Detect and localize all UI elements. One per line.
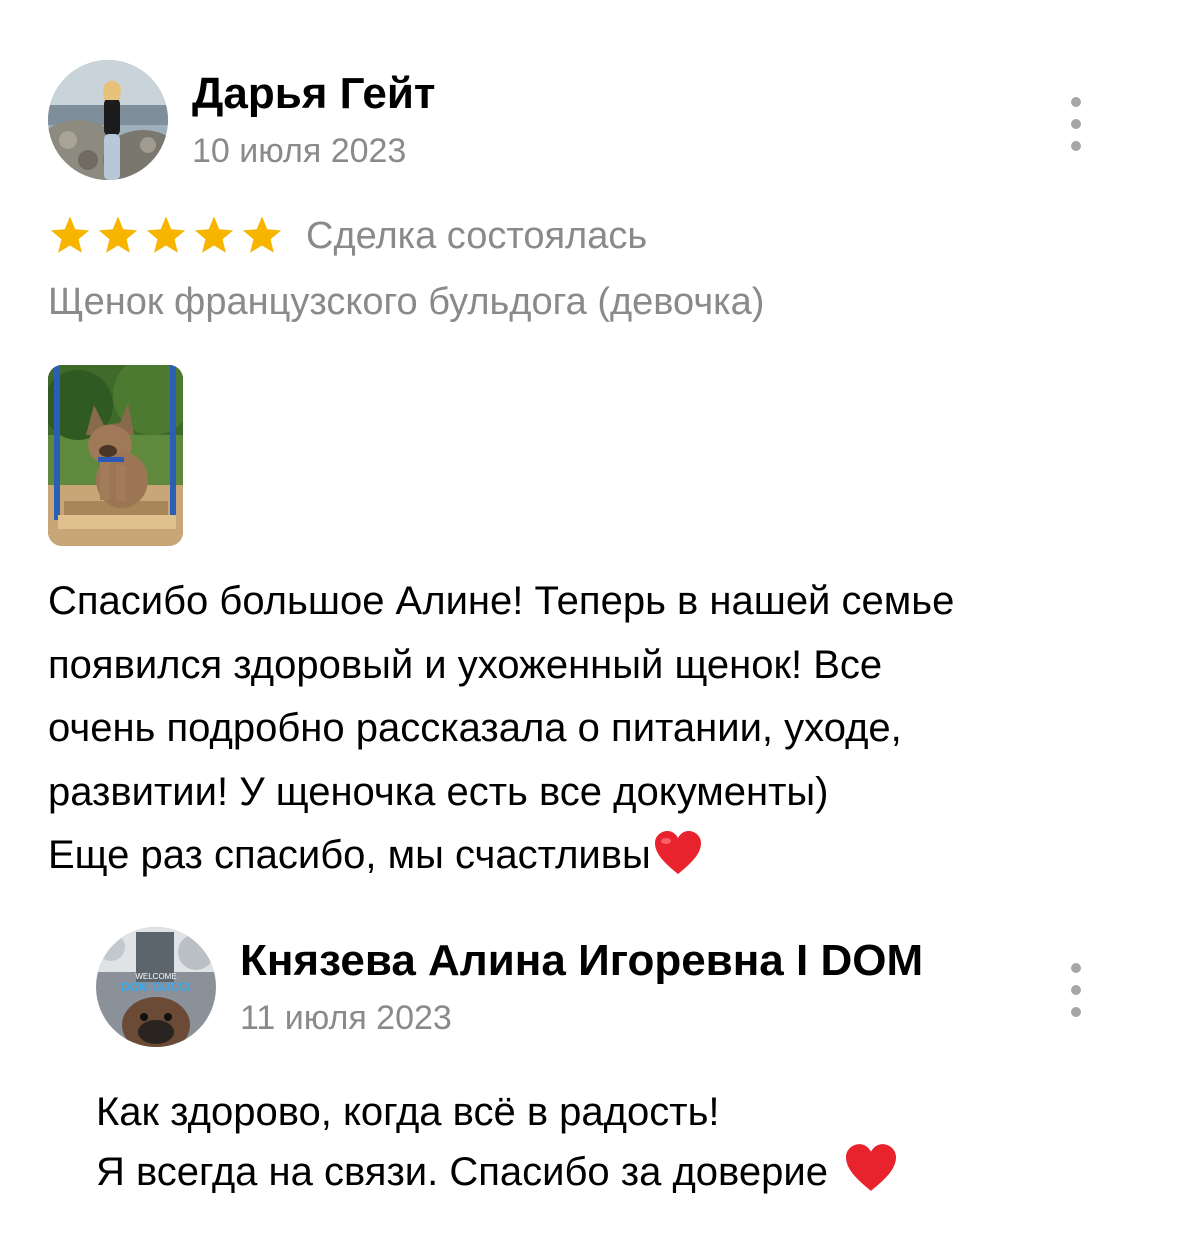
review-card: Дарья Гейт 10 июля 2023 Сделка состоялас…	[0, 0, 1179, 1250]
review-text-line: очень подробно рассказала о питании, ухо…	[48, 706, 902, 750]
more-vertical-icon	[1071, 963, 1081, 973]
reply-text: Как здорово, когда всё в радость! Я всег…	[96, 1082, 901, 1194]
reply-text-line: Как здорово, когда всё в радость!	[96, 1090, 720, 1134]
review-menu-button[interactable]	[1062, 97, 1090, 151]
review-text-line: развитии! У щеночка есть все документы)	[48, 769, 829, 814]
review-text-line: появился здоровый и ухоженный щенок! Все	[48, 642, 883, 687]
review-text-line: Еще раз спасибо, мы счастливы	[48, 833, 651, 877]
star-icon	[144, 215, 188, 257]
reply-text-line: Я всегда на связи. Спасибо за доверие	[96, 1150, 828, 1194]
review-text: Спасибо большое Алине! Теперь в нашей се…	[48, 570, 1138, 896]
review-text-line: Спасибо большое Алине! Теперь в нашей се…	[48, 579, 955, 623]
star-icon	[192, 215, 236, 257]
reply-menu-button[interactable]	[1062, 963, 1090, 1017]
author-avatar[interactable]	[48, 60, 168, 180]
author-name[interactable]: Дарья Гейт	[192, 68, 435, 120]
rating-row: Сделка состоялась	[48, 210, 647, 262]
reply-text-line-last: Я всегда на связи. Спасибо за доверие	[96, 1142, 901, 1194]
reply-author-name[interactable]: Князева Алина Игоревна I DOM	[240, 935, 923, 987]
reply-date: 11 июля 2023	[240, 999, 452, 1037]
star-icon	[96, 215, 140, 257]
heart-emoji-icon	[653, 830, 703, 896]
review-photo[interactable]	[48, 365, 183, 546]
reply-avatar[interactable]: WELCOME DOM GUCCI	[96, 927, 216, 1047]
review-text-line-last: Еще раз спасибо, мы счастливы	[48, 824, 1138, 896]
star-rating	[48, 215, 284, 257]
deal-status: Сделка состоялась	[306, 214, 648, 257]
reply-avatar-text-2: DOM GUCCI	[121, 980, 191, 994]
more-vertical-icon	[1071, 97, 1081, 107]
review-date: 10 июля 2023	[192, 132, 407, 170]
star-icon	[240, 215, 284, 257]
star-icon	[48, 215, 92, 257]
heart-emoji-icon	[841, 1143, 901, 1194]
item-title[interactable]: Щенок французского бульдога (девочка)	[48, 278, 764, 326]
